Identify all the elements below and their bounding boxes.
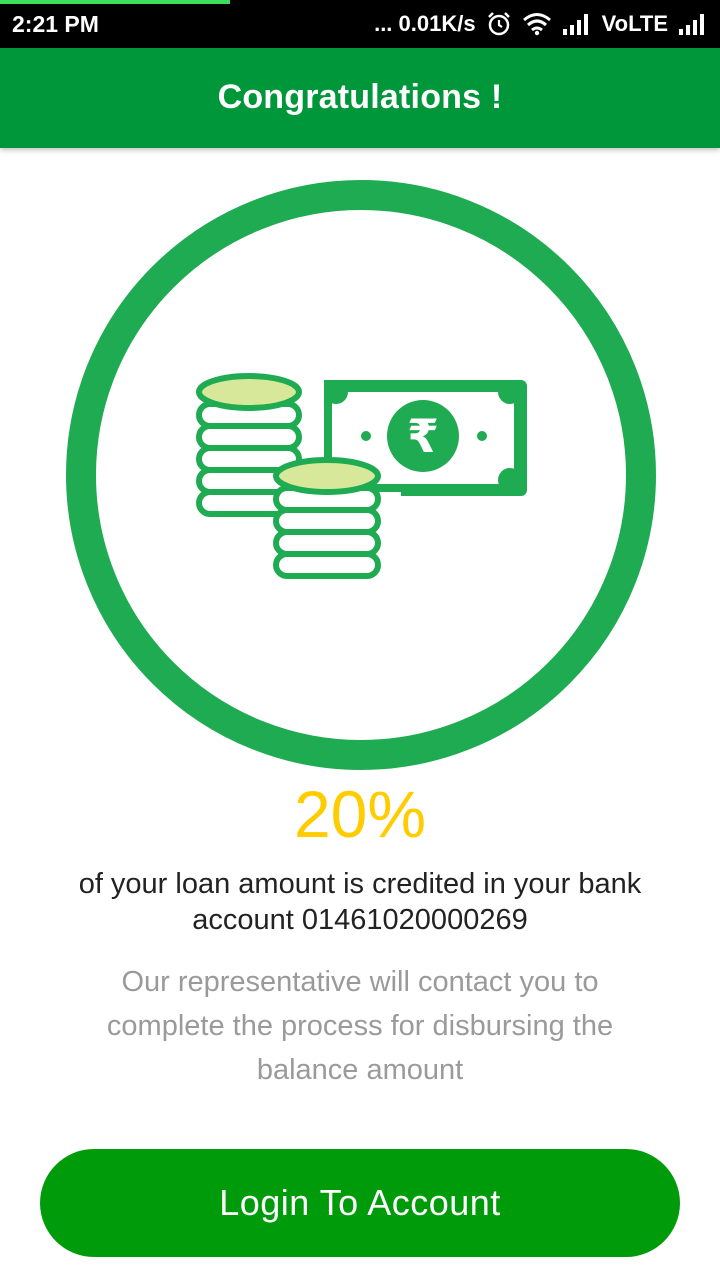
login-to-account-button[interactable]: Login To Account bbox=[40, 1149, 680, 1257]
wifi-icon bbox=[522, 12, 552, 36]
credit-message-line: account 01461020000269 bbox=[192, 904, 528, 936]
status-indicators: ... 0.01K/s VoLTE bbox=[374, 8, 708, 40]
status-progress-indicator bbox=[0, 0, 230, 4]
credited-percentage: 20% bbox=[293, 777, 427, 851]
network-type-label: VoLTE bbox=[601, 11, 668, 36]
coins-and-rupee-note-icon: ₹ bbox=[66, 180, 656, 770]
info-line: Our representative will contact you to bbox=[121, 966, 599, 998]
credit-message-line: of your loan amount is credited in your … bbox=[78, 868, 642, 900]
credit-message: of your loan amount is credited in your … bbox=[30, 866, 690, 938]
app-bar: Congratulations ! bbox=[0, 48, 720, 148]
coin-stack-front-icon bbox=[273, 457, 381, 579]
info-line: complete the process for disbursing the bbox=[106, 1010, 614, 1042]
rupee-symbol: ₹ bbox=[407, 409, 439, 463]
status-time: 2:21 PM bbox=[12, 11, 99, 37]
representative-info: Our representative will contact you to c… bbox=[60, 960, 660, 1092]
alarm-icon bbox=[486, 11, 512, 37]
network-speed: ... 0.01K/s bbox=[374, 11, 476, 36]
login-button-label: Login To Account bbox=[219, 1182, 501, 1223]
info-line: balance amount bbox=[256, 1054, 464, 1086]
status-bar: 2:21 PM ... 0.01K/s VoLTE bbox=[0, 0, 720, 48]
signal-icon bbox=[562, 13, 592, 35]
signal-icon bbox=[678, 13, 708, 35]
page-title: Congratulations ! bbox=[217, 78, 503, 116]
